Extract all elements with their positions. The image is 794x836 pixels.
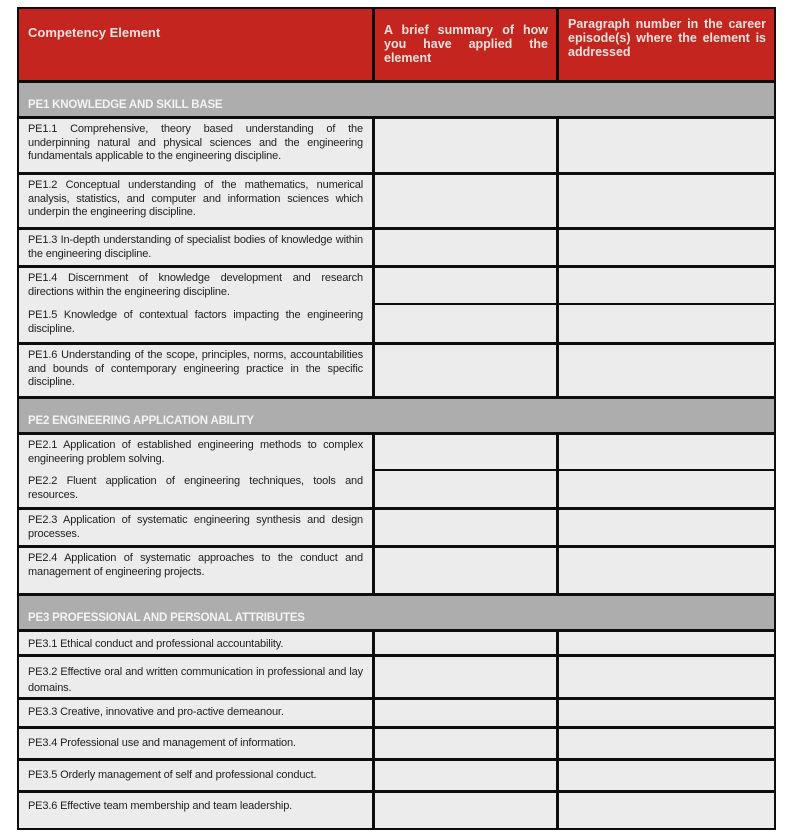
- paragraph-cell[interactable]: [559, 268, 774, 303]
- summary-cell[interactable]: [375, 230, 559, 265]
- competency-text: PE2.2 Fluent application of engineering …: [28, 475, 363, 501]
- summary-cell[interactable]: [375, 657, 559, 697]
- summary-cell[interactable]: [375, 700, 559, 726]
- competency-text: PE3.6 Effective team membership and team…: [19, 793, 375, 828]
- summary-cell[interactable]: [375, 345, 559, 396]
- paragraph-cell[interactable]: [559, 175, 774, 227]
- header-summary: A brief summary of how you have applied …: [375, 9, 559, 80]
- competency-table: Competency Element A brief summary of ho…: [17, 7, 776, 830]
- paragraph-cell[interactable]: [559, 345, 774, 396]
- competency-text: PE1.1 Comprehensive, theory based unders…: [19, 119, 375, 172]
- summary-cell[interactable]: [375, 632, 559, 654]
- table-row-pe1-1: PE1.1 Comprehensive, theory based unders…: [19, 119, 774, 175]
- paragraph-cell[interactable]: [559, 119, 774, 172]
- summary-cell[interactable]: [375, 729, 559, 758]
- paragraph-cell[interactable]: [559, 471, 774, 507]
- table-row-pe3-5: PE3.5 Orderly management of self and pro…: [19, 761, 774, 793]
- table-row-pe2-3: PE2.3 Application of systematic engineer…: [19, 510, 774, 548]
- paragraph-cell[interactable]: [559, 700, 774, 726]
- competency-text: PE1.5 Knowledge of contextual factors im…: [28, 309, 363, 335]
- table-row-group-pe2-1-2: PE2.1 Application of established enginee…: [19, 435, 774, 510]
- competency-text-group: PE2.1 Application of established enginee…: [19, 435, 375, 507]
- paragraph-cell[interactable]: [559, 657, 774, 697]
- table-row-pe1-5: [375, 305, 774, 342]
- summary-cell[interactable]: [375, 435, 559, 469]
- table-row-pe3-1: PE3.1 Ethical conduct and professional a…: [19, 632, 774, 657]
- table-row-pe1-3: PE1.3 In-depth understanding of speciali…: [19, 230, 774, 268]
- summary-cell[interactable]: [375, 548, 559, 593]
- paragraph-cell[interactable]: [559, 793, 774, 828]
- section-header-pe1: PE1 KNOWLEDGE AND SKILL BASE: [19, 83, 774, 119]
- competency-text: PE2.3 Application of systematic engineer…: [19, 510, 375, 545]
- paragraph-cell[interactable]: [559, 510, 774, 545]
- paragraph-cell[interactable]: [559, 305, 774, 342]
- competency-text: PE2.1 Application of established enginee…: [28, 439, 363, 465]
- competency-text: PE1.2 Conceptual understanding of the ma…: [19, 175, 375, 227]
- table-row-pe1-6: PE1.6 Understanding of the scope, princi…: [19, 345, 774, 399]
- competency-text: PE3.5 Orderly management of self and pro…: [19, 761, 375, 790]
- summary-cell[interactable]: [375, 761, 559, 790]
- table-row-group-pe1-4-5: PE1.4 Discernment of knowledge developme…: [19, 268, 774, 345]
- summary-cell[interactable]: [375, 268, 559, 303]
- section-header-pe3: PE3 PROFESSIONAL AND PERSONAL ATTRIBUTES: [19, 596, 774, 632]
- table-row-pe2-4: PE2.4 Application of systematic approach…: [19, 548, 774, 596]
- paragraph-cell[interactable]: [559, 435, 774, 469]
- table-row-pe3-3: PE3.3 Creative, innovative and pro-activ…: [19, 700, 774, 729]
- paragraph-cell[interactable]: [559, 761, 774, 790]
- paragraph-cell[interactable]: [559, 230, 774, 265]
- paragraph-cell[interactable]: [559, 548, 774, 593]
- summary-cell[interactable]: [375, 175, 559, 227]
- table-row-pe2-2: [375, 471, 774, 507]
- paragraph-cell[interactable]: [559, 729, 774, 758]
- table-row-pe3-4: PE3.4 Professional use and management of…: [19, 729, 774, 761]
- header-paragraph-number: Paragraph number in the career episode(s…: [568, 17, 766, 59]
- competency-text: PE1.4 Discernment of knowledge developme…: [28, 272, 363, 298]
- summary-cell[interactable]: [375, 510, 559, 545]
- competency-text: PE3.2 Effective oral and written communi…: [19, 657, 375, 697]
- summary-cell[interactable]: [375, 793, 559, 828]
- competency-text-group: PE1.4 Discernment of knowledge developme…: [19, 268, 375, 342]
- competency-text: PE3.3 Creative, innovative and pro-activ…: [19, 700, 375, 726]
- table-row-pe3-2: PE3.2 Effective oral and written communi…: [19, 657, 774, 700]
- competency-text: PE3.1 Ethical conduct and professional a…: [19, 632, 375, 654]
- summary-cell[interactable]: [375, 471, 559, 507]
- header-competency-element: Competency Element: [19, 9, 375, 80]
- table-header-row: Competency Element A brief summary of ho…: [19, 9, 774, 83]
- paragraph-cell[interactable]: [559, 632, 774, 654]
- competency-text: PE2.4 Application of systematic approach…: [19, 548, 375, 593]
- table-row-pe1-4: [375, 268, 774, 305]
- competency-text: PE1.6 Understanding of the scope, princi…: [19, 345, 375, 396]
- competency-text: PE3.4 Professional use and management of…: [19, 729, 375, 758]
- summary-cell[interactable]: [375, 305, 559, 342]
- table-row-pe1-2: PE1.2 Conceptual understanding of the ma…: [19, 175, 774, 230]
- table-row-pe3-6: PE3.6 Effective team membership and team…: [19, 793, 774, 828]
- summary-cell[interactable]: [375, 119, 559, 172]
- competency-text: PE1.3 In-depth understanding of speciali…: [19, 230, 375, 265]
- table-row-pe2-1: [375, 435, 774, 471]
- section-header-pe2: PE2 ENGINEERING APPLICATION ABILITY: [19, 399, 774, 435]
